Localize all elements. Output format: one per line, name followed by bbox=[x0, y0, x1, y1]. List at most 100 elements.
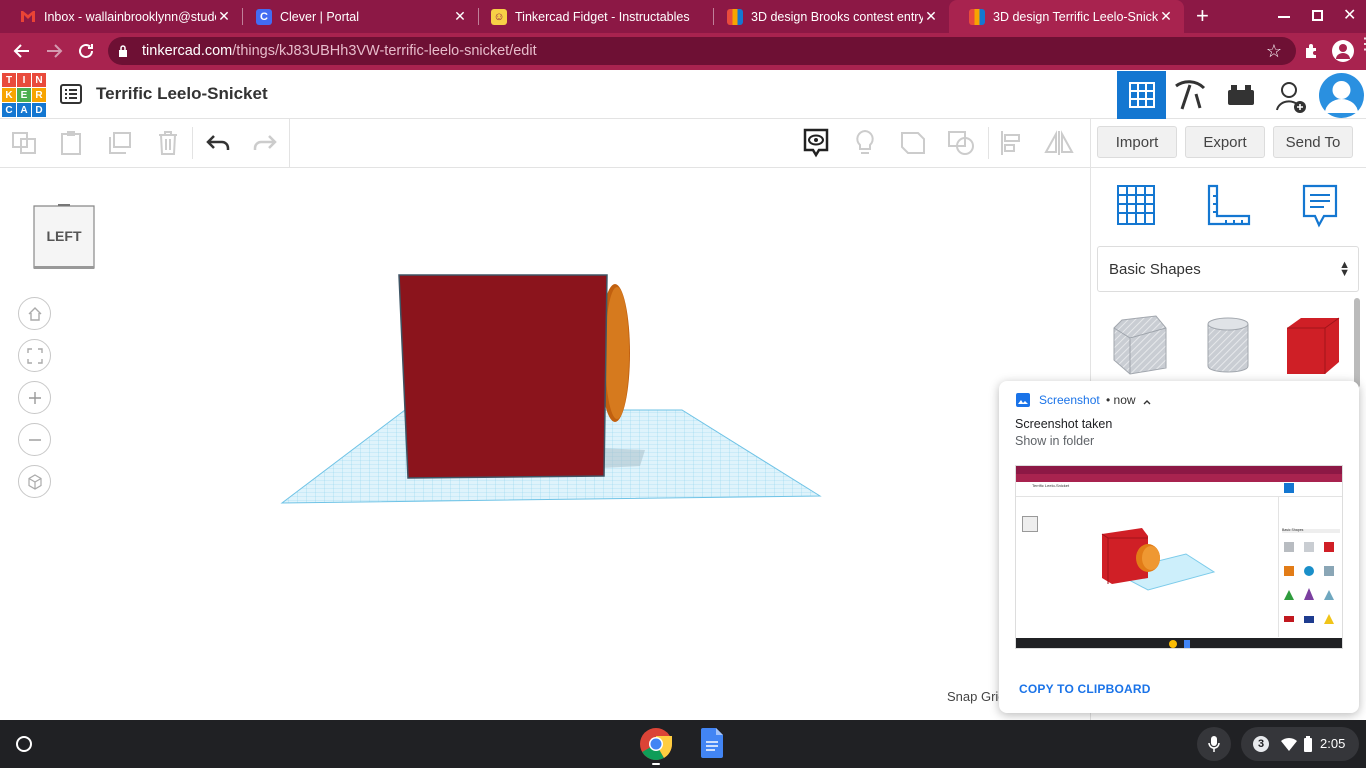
logo-letter: D bbox=[32, 103, 46, 117]
shape-shadow bbox=[600, 448, 645, 468]
cylinder-hole-shape[interactable] bbox=[1206, 316, 1250, 379]
tab-gmail[interactable]: Inbox - wallainbrooklynn@stude ✕ bbox=[0, 0, 242, 33]
tinkercad-icon bbox=[727, 8, 743, 25]
logo-letter: A bbox=[17, 103, 31, 117]
tab-title: Clever | Portal bbox=[280, 9, 359, 24]
notes-icon[interactable] bbox=[1302, 184, 1338, 233]
notes-eye-icon[interactable] bbox=[798, 127, 834, 159]
lightbulb-icon[interactable] bbox=[847, 127, 883, 159]
tab-brooks-contest[interactable]: 3D design Brooks contest entry ✕ bbox=[707, 0, 949, 33]
delete-icon[interactable] bbox=[150, 127, 186, 159]
bookmark-star-icon[interactable]: ☆ bbox=[1266, 41, 1282, 62]
close-tab-icon[interactable]: ✕ bbox=[216, 8, 232, 25]
ruler-icon[interactable] bbox=[1206, 184, 1252, 233]
close-tab-icon[interactable]: ✕ bbox=[452, 8, 468, 25]
logo-letter: E bbox=[17, 88, 31, 102]
new-tab-button[interactable]: + bbox=[1196, 5, 1209, 27]
launcher-icon[interactable] bbox=[16, 736, 32, 752]
logo-letter: K bbox=[2, 88, 16, 102]
gmail-icon bbox=[20, 9, 36, 25]
system-shelf bbox=[0, 720, 1366, 768]
clock-time: 2:05 bbox=[1320, 736, 1346, 751]
paste-icon[interactable] bbox=[53, 127, 89, 159]
shapes-library-dropdown[interactable]: Basic Shapes ▲ ▼ bbox=[1097, 246, 1359, 292]
redo-icon[interactable] bbox=[247, 127, 283, 159]
address-bar[interactable]: tinkercad.com/things/kJ83UBHh3VW-terrifi… bbox=[108, 37, 1296, 65]
chrome-icon[interactable] bbox=[639, 727, 673, 766]
view-cube[interactable]: LEFT bbox=[32, 202, 96, 270]
browser-menu-icon[interactable]: ⋮ bbox=[1357, 37, 1366, 53]
zoom-in-icon[interactable] bbox=[18, 381, 51, 414]
notification-title: Screenshot taken bbox=[1015, 417, 1113, 431]
status-tray[interactable]: 3 2:05 bbox=[1241, 727, 1359, 761]
tinkercad-icon bbox=[969, 8, 985, 25]
logo-letter: C bbox=[2, 103, 16, 117]
workplane-viewport[interactable]: LEFT bbox=[0, 168, 1090, 720]
tab-instructables[interactable]: ☺ Tinkercad Fidget - Instructables bbox=[471, 0, 713, 33]
group-icon[interactable] bbox=[895, 127, 931, 159]
ungroup-icon[interactable] bbox=[943, 127, 979, 159]
notification-subtitle[interactable]: Show in folder bbox=[1015, 434, 1094, 448]
box-shape-red[interactable] bbox=[1285, 316, 1341, 381]
duplicate-icon[interactable] bbox=[101, 127, 137, 159]
minimize-icon[interactable] bbox=[1278, 16, 1290, 18]
grid-icon bbox=[1128, 82, 1155, 108]
browser-tab-strip: Inbox - wallainbrooklynn@stude ✕ C Cleve… bbox=[0, 0, 1366, 33]
send-to-button[interactable]: Send To bbox=[1273, 126, 1353, 158]
codeblocks-pickaxe-icon[interactable] bbox=[1170, 76, 1210, 119]
thumbnail-dropdown: Basic Shapes bbox=[1282, 528, 1304, 532]
zoom-out-icon[interactable] bbox=[18, 423, 51, 456]
back-icon[interactable] bbox=[12, 41, 32, 66]
tab-title: 3D design Brooks contest entry bbox=[751, 9, 923, 24]
extensions-icon[interactable] bbox=[1303, 42, 1321, 65]
profile-avatar-icon[interactable] bbox=[1332, 40, 1354, 62]
notification-time-row: • now bbox=[1106, 393, 1136, 407]
shapes-library-selected: Basic Shapes bbox=[1109, 260, 1201, 278]
align-icon[interactable] bbox=[993, 127, 1029, 159]
3d-design-view-button[interactable] bbox=[1117, 71, 1166, 119]
toolbar-divider bbox=[192, 127, 193, 159]
add-collaborator-icon[interactable] bbox=[1275, 80, 1307, 119]
close-tab-icon[interactable]: ✕ bbox=[923, 8, 939, 25]
url-path: /things/kJ83UBHh3VW-terrific-leelo-snick… bbox=[232, 43, 537, 59]
cylinder-face bbox=[605, 287, 629, 419]
close-window-icon[interactable]: ✕ bbox=[1343, 5, 1356, 25]
chevron-up-icon[interactable] bbox=[1142, 394, 1152, 412]
workplane-scene[interactable] bbox=[0, 168, 1090, 720]
panel-scrollbar[interactable] bbox=[1354, 298, 1360, 388]
workplane-tool-icon[interactable] bbox=[1114, 182, 1158, 233]
google-docs-icon[interactable] bbox=[701, 728, 723, 763]
export-button[interactable]: Export bbox=[1185, 126, 1265, 158]
screenshot-thumbnail[interactable]: Terrific Leelo-Snicket Basic Shapes bbox=[1015, 465, 1343, 649]
tab-title: 3D design Terrific Leelo-Snicket bbox=[993, 9, 1158, 24]
user-avatar[interactable] bbox=[1319, 73, 1364, 118]
running-app-indicator bbox=[652, 763, 660, 765]
box-shape[interactable] bbox=[398, 274, 608, 479]
restore-icon[interactable] bbox=[1312, 10, 1323, 21]
screenshot-notification[interactable]: Screenshot • now Screenshot taken Show i… bbox=[999, 381, 1359, 713]
undo-icon[interactable] bbox=[200, 127, 236, 159]
import-button[interactable]: Import bbox=[1097, 126, 1177, 158]
dropdown-arrows-icon: ▲ ▼ bbox=[1339, 259, 1350, 279]
forward-icon[interactable] bbox=[44, 41, 64, 66]
tab-clever[interactable]: C Clever | Portal ✕ bbox=[236, 0, 478, 33]
microphone-icon[interactable] bbox=[1197, 727, 1231, 761]
mirror-icon[interactable] bbox=[1041, 127, 1077, 159]
reload-icon[interactable] bbox=[76, 41, 96, 66]
design-list-icon[interactable] bbox=[60, 84, 82, 109]
perspective-icon[interactable] bbox=[18, 465, 51, 498]
tab-terrific-leelo-snicket[interactable]: 3D design Terrific Leelo-Snicket ✕ bbox=[949, 0, 1184, 33]
box-hole-shape[interactable] bbox=[1112, 314, 1168, 381]
lego-bricks-icon[interactable] bbox=[1227, 84, 1255, 111]
tinkercad-logo[interactable]: T I N K E R C A D bbox=[2, 73, 46, 117]
copy-to-clipboard-button[interactable]: COPY TO CLIPBOARD bbox=[1019, 682, 1151, 696]
toolbar-divider bbox=[1090, 119, 1091, 168]
tab-title: Inbox - wallainbrooklynn@stude bbox=[44, 9, 216, 24]
home-view-icon[interactable] bbox=[18, 297, 51, 330]
design-title[interactable]: Terrific Leelo-Snicket bbox=[96, 84, 268, 104]
fit-view-icon[interactable] bbox=[18, 339, 51, 372]
instructables-icon: ☺ bbox=[491, 8, 507, 25]
copy-icon[interactable] bbox=[6, 127, 42, 159]
logo-letter: N bbox=[32, 73, 46, 87]
close-tab-icon[interactable]: ✕ bbox=[1158, 8, 1174, 25]
